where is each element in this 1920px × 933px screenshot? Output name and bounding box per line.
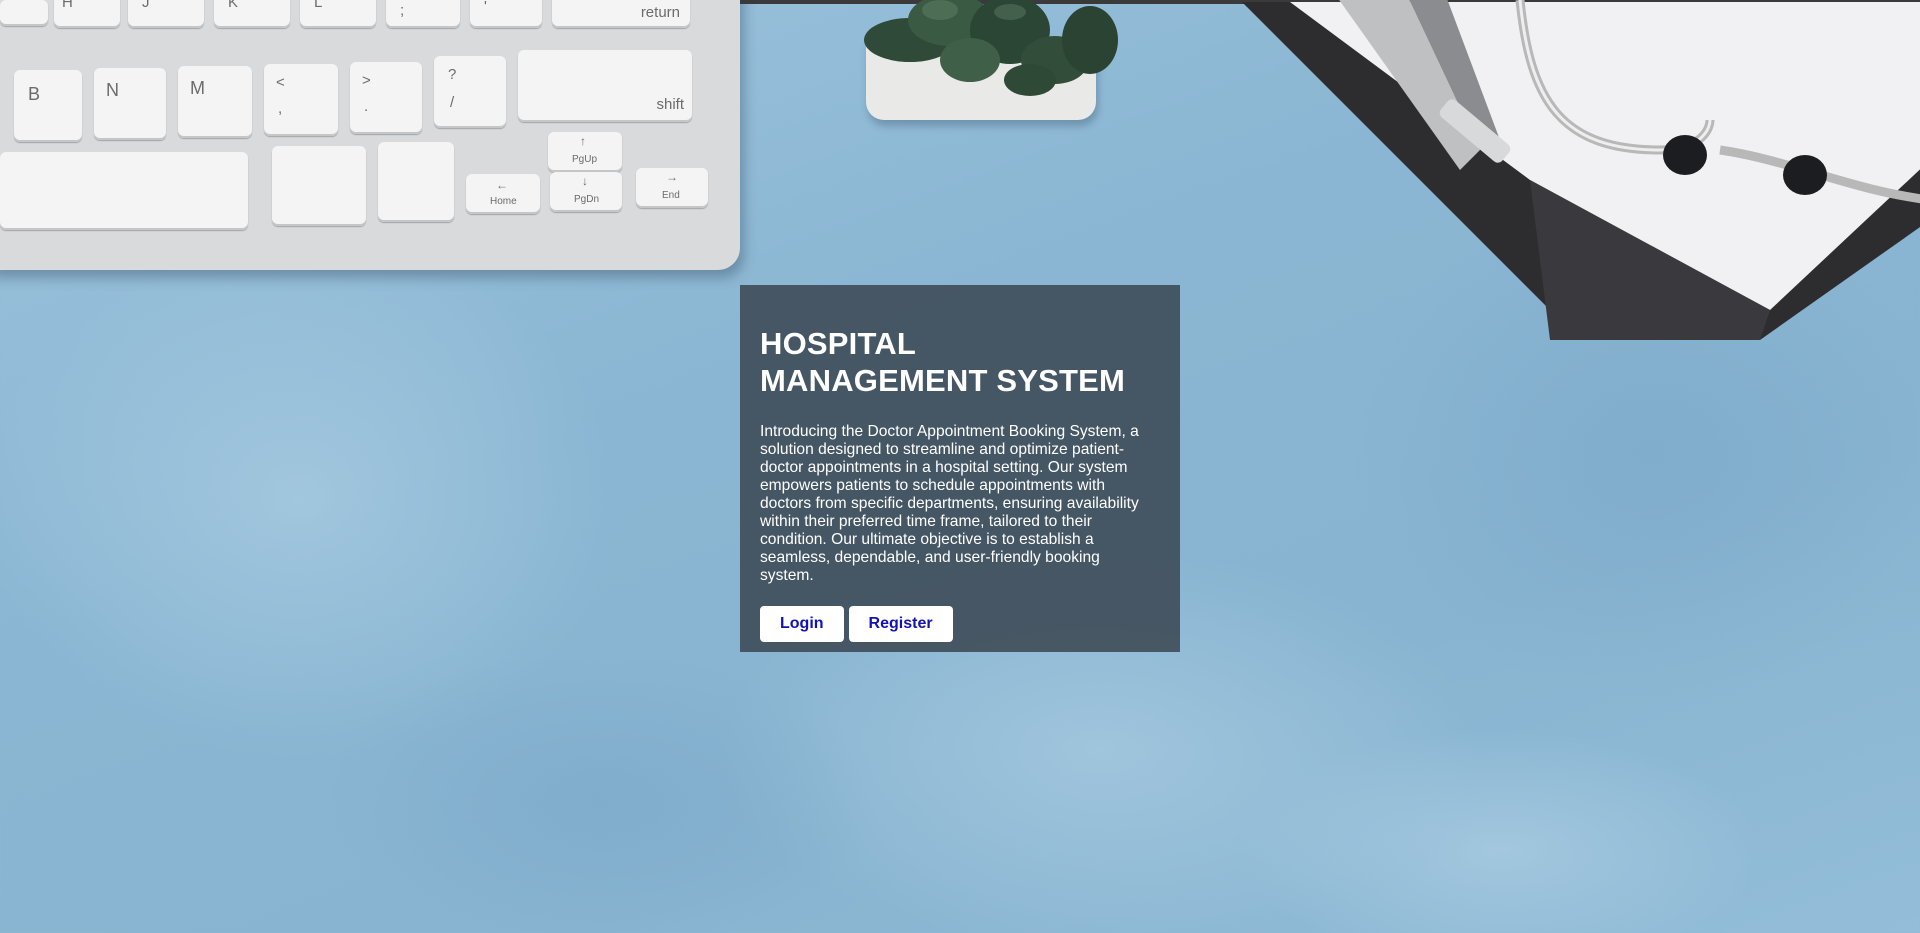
hero-title: HOSPITAL MANAGEMENT SYSTEM [760,326,1126,398]
key-return: return [552,0,690,28]
key-slash: ? / [434,56,506,128]
key-pgup: ↑ PgUp [548,132,622,172]
key-command [272,146,366,226]
key-end: → End [636,168,708,208]
key-h [0,0,48,26]
key-quote: ' [470,0,542,28]
key-b: B [14,70,82,142]
register-button[interactable]: Register [848,606,953,642]
clipboard-photo [1242,0,1920,340]
key-home: ← Home [466,174,540,214]
key-semicolon: ; [386,0,460,28]
key-pgdn: ↓ PgDn [550,172,622,212]
hero-actions: Login Register [760,606,1160,642]
key-n: N [94,68,166,140]
keyboard-photo: H J K L ; ' return B N M <, >. ? / shift … [0,0,740,270]
hero-description: Introducing the Doctor Appointment Booki… [760,423,1139,584]
key-m: M [178,66,252,138]
login-button[interactable]: Login [760,606,844,642]
key-j: J [128,0,204,28]
key-l: L [300,0,376,28]
succulent-plant [864,0,1118,96]
key-shift: shift [518,50,692,122]
key-k: K [214,0,290,28]
key-h: H [54,0,120,28]
key-comma: <, [264,64,338,136]
key-spacebar [0,152,248,230]
hero-card: HOSPITAL MANAGEMENT SYSTEM Introducing t… [740,285,1180,652]
key-option [378,142,454,222]
key-period: >. [350,62,422,134]
